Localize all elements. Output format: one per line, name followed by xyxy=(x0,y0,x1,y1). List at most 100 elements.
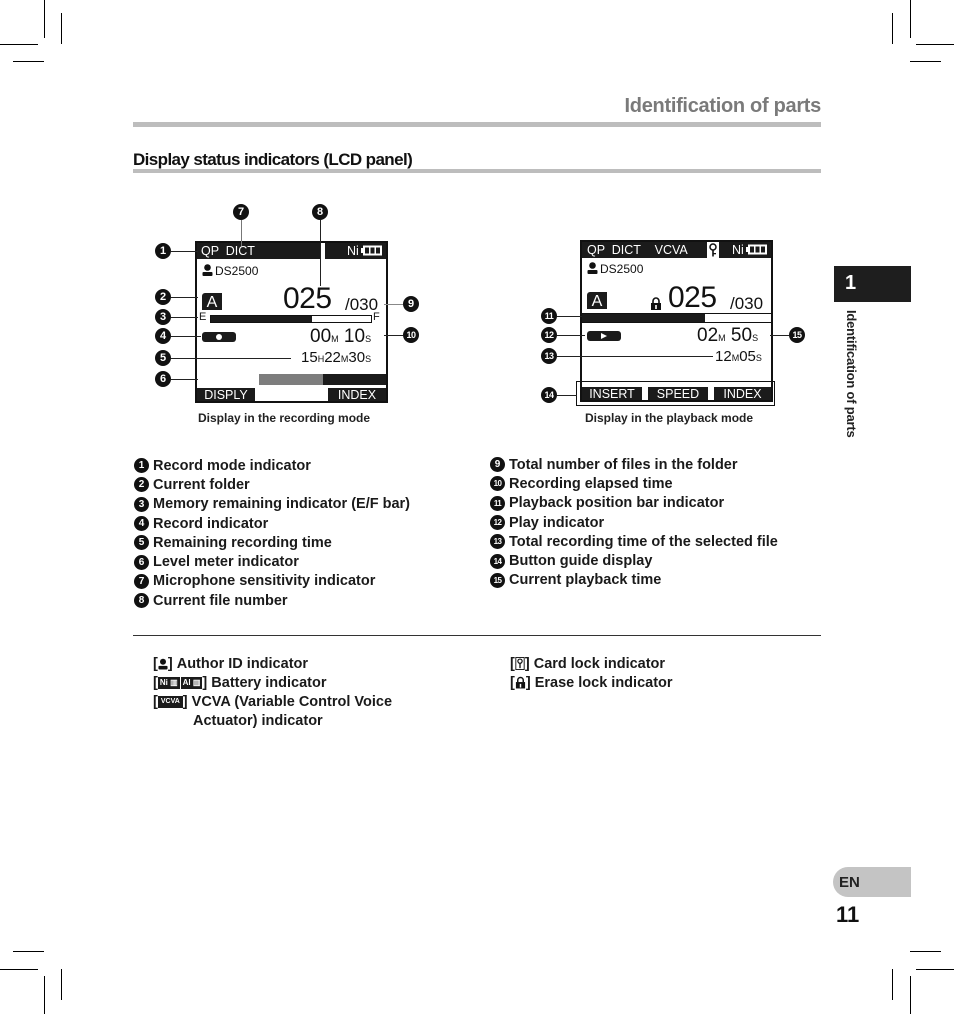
legend-item: 11 Playback position bar indicator xyxy=(490,494,778,513)
crop-mark xyxy=(0,44,38,45)
record-indicator xyxy=(202,332,236,342)
callout-2: 2 xyxy=(155,289,171,305)
play-triangle-icon xyxy=(601,333,607,339)
caption-recording-mode: Display in the recording mode xyxy=(198,411,371,425)
vcva-icon: VCVA xyxy=(157,695,183,708)
callout-1: 1 xyxy=(155,243,171,259)
current-folder: A xyxy=(202,293,222,311)
legend-item: 8 Current file number xyxy=(134,591,410,610)
note-erase-lock: [ ] Erase lock indicator xyxy=(510,674,673,691)
crop-mark xyxy=(61,969,62,1000)
playback-position-bar xyxy=(582,313,771,323)
callout-leader xyxy=(557,335,585,336)
callout-leader xyxy=(320,220,321,286)
note-card-lock: [ ] Card lock indicator xyxy=(510,655,666,672)
memory-used-fill xyxy=(211,316,312,322)
callout-13: 13 xyxy=(541,348,557,364)
legend-item: 1 Record mode indicator xyxy=(134,456,410,475)
crop-mark xyxy=(892,13,893,44)
page-number: 11 xyxy=(836,902,860,927)
crop-mark xyxy=(910,976,911,1014)
button-guide-frame xyxy=(576,381,775,406)
crop-mark xyxy=(44,976,45,1014)
callout-9: 9 xyxy=(403,296,419,312)
crop-mark xyxy=(13,951,44,952)
chapter-number: 1 xyxy=(845,272,857,294)
callout-14: 14 xyxy=(541,387,557,403)
note-author-id: [ ] Author ID indicator xyxy=(153,655,309,672)
playback-position-fill xyxy=(582,314,705,322)
lcd-recording-mode: QP DICT Ni DS2500 A 025 /030 E F 00M 10S… xyxy=(195,241,388,403)
callout-5: 5 xyxy=(155,350,171,366)
author-id-icon xyxy=(587,262,598,274)
record-mode-indicator: QP DICT VCVA xyxy=(587,243,688,257)
notes-right: [ ] Card lock indicator [ ] Erase lock i… xyxy=(510,654,673,692)
crop-mark xyxy=(910,951,941,952)
callout-3: 3 xyxy=(155,309,171,325)
crop-mark xyxy=(892,969,893,1000)
legend-item: 9 Total number of files in the folder xyxy=(490,455,778,474)
crop-mark xyxy=(44,0,45,38)
bar-label-e: E xyxy=(199,311,207,323)
language-tab: EN xyxy=(833,867,911,897)
record-dot-icon xyxy=(216,334,222,340)
callout-leader xyxy=(557,395,577,396)
card-lock-icon xyxy=(515,657,525,670)
record-mode-indicator: QP DICT xyxy=(201,244,255,258)
legend-item: 5 Remaining recording time xyxy=(134,533,410,552)
crop-mark xyxy=(910,61,941,62)
recording-elapsed-time: 00M 10S xyxy=(310,326,372,347)
crop-mark xyxy=(13,61,44,62)
crop-mark xyxy=(916,44,954,45)
callout-leader xyxy=(384,335,403,336)
author-id-icon xyxy=(202,264,213,276)
author-id: DS2500 xyxy=(600,262,644,276)
current-file-number: 025 xyxy=(668,281,717,314)
callout-leader xyxy=(384,304,403,305)
callout-leader xyxy=(171,336,201,337)
bar-label-f: F xyxy=(373,311,380,323)
play-indicator xyxy=(587,331,621,341)
notes-left: [ ] Author ID indicator [ Ni ▥ Al ▥ ] Ba… xyxy=(153,654,392,730)
note-vcva: [ VCVA ] VCVA (Variable Control Voice xyxy=(153,693,393,710)
current-folder: A xyxy=(587,292,607,310)
caption-playback-mode: Display in the playback mode xyxy=(585,411,754,425)
erase-lock-icon xyxy=(515,676,525,689)
total-files: /030 xyxy=(730,294,764,313)
lcd-playback-mode: QP DICT VCVA Ni DS2500 A 025 /030 02M 50… xyxy=(580,240,773,402)
legend-item: 15 Current playback time xyxy=(490,571,778,590)
callout-leader xyxy=(171,317,198,318)
author-id-icon xyxy=(158,658,168,669)
level-meter-grey xyxy=(259,374,323,385)
card-lock-icon xyxy=(709,243,717,257)
section-title: Identification of parts xyxy=(624,95,822,117)
legend-item: 10 Recording elapsed time xyxy=(490,474,778,493)
chapter-tab: 1 xyxy=(834,266,911,302)
callout-leader xyxy=(171,251,198,252)
note-battery: [ Ni ▥ Al ▥ ] Battery indicator xyxy=(153,674,327,691)
callout-10: 10 xyxy=(403,327,419,343)
callout-4: 4 xyxy=(155,328,171,344)
current-playback-time: 02M 50S xyxy=(697,325,759,346)
legend-item: 14 Button guide display xyxy=(490,551,778,570)
callout-15: 15 xyxy=(789,327,805,343)
author-id: DS2500 xyxy=(215,264,259,278)
legend-left: 1 Record mode indicator 2 Current folder 3… xyxy=(134,456,410,610)
legend-item: 4 Record indicator xyxy=(134,514,410,533)
softkey-disply: DISPLY xyxy=(197,388,255,401)
callout-leader xyxy=(171,379,198,380)
battery-ni-icon: Ni ▥ xyxy=(157,676,180,689)
callout-leader xyxy=(557,356,713,357)
section-divider xyxy=(133,635,821,636)
chapter-label: Identification of parts xyxy=(844,310,859,438)
callout-leader xyxy=(770,335,789,336)
battery-icon xyxy=(361,245,382,256)
battery-label: Ni xyxy=(347,244,359,258)
legend-item: 2 Current folder xyxy=(134,475,410,494)
callout-leader xyxy=(171,358,291,359)
legend-right: 9 Total number of files in the folder 10 R… xyxy=(490,455,778,590)
current-file-number: 025 xyxy=(283,282,332,315)
callout-7: 7 xyxy=(233,204,249,220)
crop-mark xyxy=(61,13,62,44)
crop-mark xyxy=(910,0,911,38)
